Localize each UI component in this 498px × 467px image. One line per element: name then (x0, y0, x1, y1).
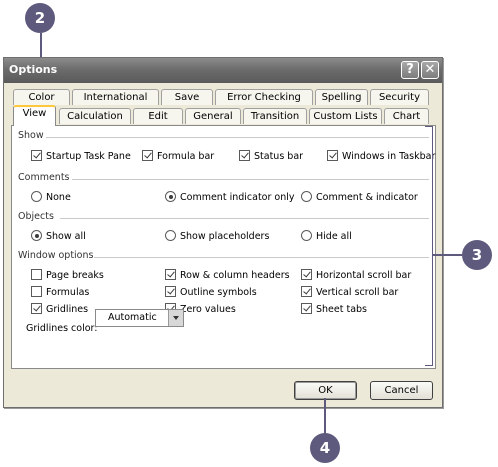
callout-4: 4 (310, 433, 340, 463)
checkbox (31, 150, 42, 161)
tab-view[interactable]: View (13, 105, 56, 126)
tab-spelling[interactable]: Spelling (315, 89, 368, 105)
formulas-checkbox[interactable]: Formulas (31, 286, 89, 299)
radio (165, 230, 176, 241)
status-bar-label: Status bar (254, 151, 304, 162)
checkbox (31, 286, 42, 297)
horizontal-scroll-bar-checkbox[interactable]: Horizontal scroll bar (301, 269, 411, 282)
checkbox (301, 269, 312, 280)
comment-indicator-only-radio[interactable]: Comment indicator only (165, 191, 295, 204)
objects-divider (60, 218, 429, 219)
status-bar-checkbox[interactable]: Status bar (239, 150, 303, 163)
comments-section-label: Comments (18, 172, 70, 183)
tab-chart[interactable]: Chart (384, 108, 429, 124)
windows-in-taskbar-checkbox[interactable]: Windows in Taskbar (327, 150, 435, 163)
comment-and-indicator-label: Comment & indicator (316, 192, 418, 203)
radio (31, 191, 42, 202)
gridlines-color-label: Gridlines color: (26, 323, 98, 334)
vertical-scroll-bar-checkbox[interactable]: Vertical scroll bar (301, 286, 398, 299)
gridlines-color-select[interactable]: Automatic (95, 309, 184, 327)
window-options-divider (94, 257, 429, 258)
zero-values-label: Zero values (180, 304, 236, 315)
window-options-section-label: Window options (18, 250, 94, 261)
radio (301, 230, 312, 241)
callout-2: 2 (25, 3, 55, 33)
page-breaks-label: Page breaks (46, 270, 104, 281)
title-bar[interactable]: Options ? ✕ (4, 58, 442, 83)
checkbox (31, 269, 42, 280)
tab-edit[interactable]: Edit (133, 108, 183, 124)
gridlines-label: Gridlines (46, 304, 89, 315)
dialog-title: Options (9, 63, 58, 76)
formulas-label: Formulas (46, 287, 90, 298)
hide-all-radio[interactable]: Hide all (301, 230, 352, 243)
radio (301, 191, 312, 202)
checkbox (165, 269, 176, 280)
callout-3-line (433, 254, 462, 256)
tab-custom-lists[interactable]: Custom Lists (309, 108, 382, 124)
checkbox (142, 150, 153, 161)
objects-section-label: Objects (18, 211, 54, 222)
comment-and-indicator-radio[interactable]: Comment & indicator (301, 191, 418, 204)
tab-error-checking[interactable]: Error Checking (215, 89, 313, 105)
comments-divider (72, 179, 429, 180)
radio (31, 230, 42, 241)
checkbox (301, 286, 312, 297)
vertical-scroll-bar-label: Vertical scroll bar (316, 287, 399, 298)
formula-bar-checkbox[interactable]: Formula bar (142, 150, 214, 163)
tab-save[interactable]: Save (161, 89, 213, 105)
checkbox (301, 303, 312, 314)
gridlines-color-value: Automatic (108, 312, 157, 323)
tab-international[interactable]: International (72, 89, 159, 105)
show-placeholders-label: Show placeholders (180, 231, 270, 242)
checkbox (327, 150, 338, 161)
formula-bar-label: Formula bar (157, 151, 215, 162)
help-button[interactable]: ? (401, 61, 419, 79)
comments-none-radio[interactable]: None (31, 191, 71, 204)
callout-3-bracket (425, 126, 433, 366)
ok-button[interactable]: OK (294, 381, 357, 400)
close-button[interactable]: ✕ (421, 61, 439, 79)
checkbox (239, 150, 250, 161)
outline-symbols-label: Outline symbols (180, 287, 257, 298)
show-all-radio[interactable]: Show all (31, 230, 86, 243)
startup-task-pane-label: Startup Task Pane (46, 151, 131, 162)
gridlines-checkbox[interactable]: Gridlines (31, 303, 88, 316)
radio (165, 191, 176, 202)
checkbox (165, 286, 176, 297)
show-placeholders-radio[interactable]: Show placeholders (165, 230, 269, 243)
show-divider (46, 137, 429, 138)
horizontal-scroll-bar-label: Horizontal scroll bar (316, 270, 412, 281)
callout-4-line (324, 398, 326, 434)
show-section-label: Show (18, 130, 44, 141)
callout-3: 3 (462, 240, 492, 270)
row-column-headers-checkbox[interactable]: Row & column headers (165, 269, 290, 282)
options-dialog: Options ? ✕ Color International Save Err… (3, 57, 443, 408)
tab-calculation[interactable]: Calculation (59, 108, 131, 124)
chevron-down-icon[interactable] (168, 310, 183, 326)
checkbox (31, 303, 42, 314)
tab-security[interactable]: Security (370, 89, 429, 105)
page-breaks-checkbox[interactable]: Page breaks (31, 269, 104, 282)
windows-in-taskbar-label: Windows in Taskbar (342, 151, 436, 162)
hide-all-label: Hide all (316, 231, 352, 242)
cancel-button[interactable]: Cancel (370, 381, 433, 400)
tab-color[interactable]: Color (13, 89, 70, 105)
row-column-headers-label: Row & column headers (180, 270, 290, 281)
sheet-tabs-label: Sheet tabs (316, 304, 368, 315)
comment-indicator-only-label: Comment indicator only (180, 192, 295, 203)
show-all-label: Show all (46, 231, 86, 242)
tab-transition[interactable]: Transition (243, 108, 307, 124)
startup-task-pane-checkbox[interactable]: Startup Task Pane (31, 150, 131, 163)
sheet-tabs-checkbox[interactable]: Sheet tabs (301, 303, 367, 316)
outline-symbols-checkbox[interactable]: Outline symbols (165, 286, 257, 299)
comments-none-label: None (46, 192, 71, 203)
tab-general[interactable]: General (185, 108, 241, 124)
